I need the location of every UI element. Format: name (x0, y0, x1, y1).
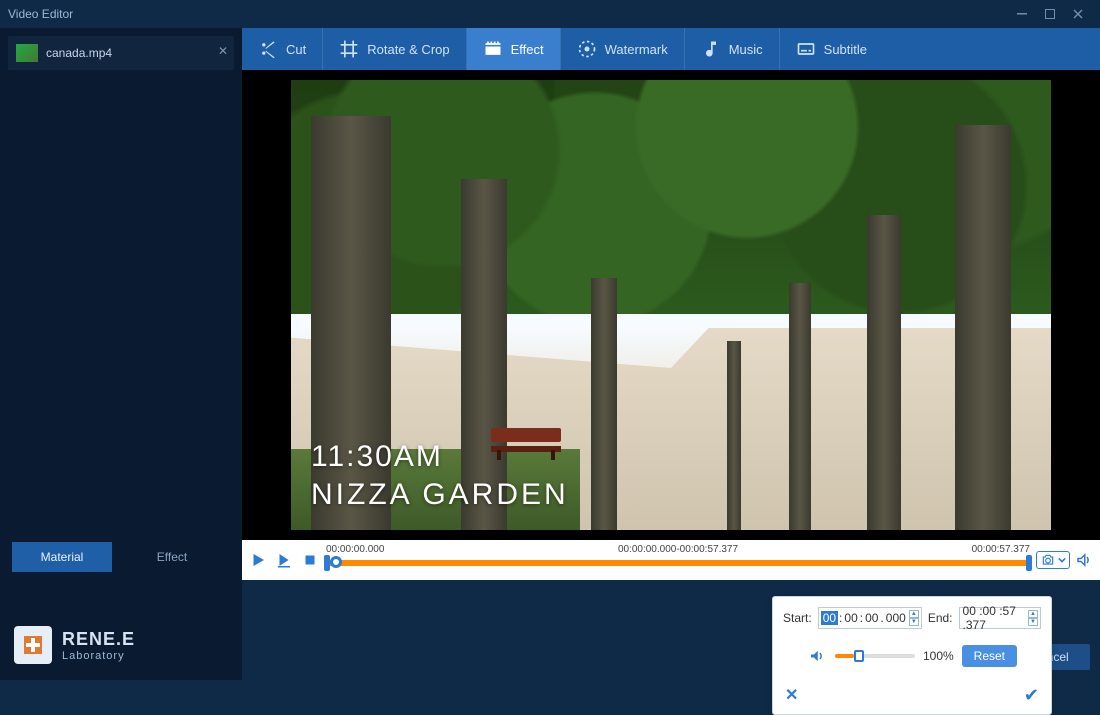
tool-watermark-label: Watermark (605, 42, 668, 57)
overlay-line-2: NIZZA GARDEN (311, 478, 569, 512)
popup-cancel-icon[interactable]: ✕ (785, 685, 798, 706)
chevron-down-icon (1058, 556, 1066, 564)
tool-music-label: Music (729, 42, 763, 57)
tool-effect-label: Effect (511, 42, 544, 57)
watermark-icon (577, 39, 597, 59)
timeline-range-label: 00:00:00.000-00:00:57.377 (618, 544, 738, 555)
end-time-input[interactable]: 00 :00 :57 .377 ▲▼ (959, 607, 1041, 629)
timeline-pos-label: 00:00:00.000 (326, 544, 384, 555)
tool-cut-label: Cut (286, 42, 306, 57)
timeline-end-label: 00:00:57.377 (972, 544, 1030, 555)
file-thumbnail (16, 44, 38, 62)
minimize-button[interactable] (1008, 4, 1036, 24)
music-icon (701, 39, 721, 59)
window-title: Video Editor (8, 7, 73, 21)
time-range-popup: Start: 00 : 00 : 00 . 000 ▲▼ End: 00 :00… (772, 596, 1052, 715)
start-hh[interactable]: 00 (821, 611, 838, 625)
titlebar: Video Editor (0, 0, 1100, 28)
file-name: canada.mp4 (46, 46, 112, 60)
side-panel: canada.mp4 ✕ Material Effect RENE.E Labo… (0, 28, 242, 680)
scissors-icon (258, 39, 278, 59)
overlay-line-1: 11:30AM (311, 440, 569, 474)
video-preview[interactable]: 11:30AM NIZZA GARDEN (291, 80, 1051, 530)
popup-volume-icon[interactable] (807, 646, 827, 666)
tool-cut[interactable]: Cut (242, 28, 322, 70)
start-spinner[interactable]: ▲▼ (909, 610, 919, 626)
reset-button[interactable]: Reset (962, 645, 1017, 667)
side-tab-material[interactable]: Material (12, 542, 112, 572)
subtitle-icon (796, 39, 816, 59)
range-end-handle[interactable] (1026, 555, 1032, 571)
tool-music[interactable]: Music (685, 28, 779, 70)
volume-percent: 100% (923, 649, 954, 663)
logo-icon (14, 626, 52, 664)
end-spinner[interactable]: ▲▼ (1028, 610, 1038, 626)
side-tab-effect[interactable]: Effect (122, 542, 222, 572)
maximize-button[interactable] (1036, 4, 1064, 24)
volume-thumb[interactable] (854, 650, 864, 662)
play-range-button[interactable] (274, 550, 294, 570)
logo-text-1: RENE.E (62, 629, 135, 650)
tool-rotate-crop[interactable]: Rotate & Crop (323, 28, 465, 70)
volume-slider[interactable] (835, 654, 915, 658)
brand-logo: RENE.E Laboratory (0, 610, 242, 680)
tool-rotate-crop-label: Rotate & Crop (367, 42, 449, 57)
preview-area: 11:30AM NIZZA GARDEN (242, 70, 1100, 540)
timeline-bar: 00:00:00.000 00:00:00.000-00:00:57.377 0… (242, 540, 1100, 580)
start-time-input[interactable]: 00 : 00 : 00 . 000 ▲▼ (818, 607, 922, 629)
tool-watermark[interactable]: Watermark (561, 28, 684, 70)
file-close-icon[interactable]: ✕ (218, 44, 228, 58)
crop-icon (339, 39, 359, 59)
close-button[interactable] (1064, 4, 1092, 24)
effect-icon (483, 39, 503, 59)
main-toolbar: Cut Rotate & Crop Effect Watermark Music (242, 28, 1100, 70)
snapshot-button[interactable] (1036, 551, 1070, 569)
tool-subtitle-label: Subtitle (824, 42, 867, 57)
tool-subtitle[interactable]: Subtitle (780, 28, 883, 70)
logo-text-2: Laboratory (62, 650, 135, 662)
start-label: Start: (783, 611, 812, 625)
file-tab[interactable]: canada.mp4 ✕ (8, 36, 234, 70)
popup-confirm-icon[interactable]: ✔ (1024, 685, 1039, 706)
playhead[interactable] (330, 556, 342, 568)
tool-effect[interactable]: Effect (467, 28, 560, 70)
timeline-track[interactable]: 00:00:00.000 00:00:00.000-00:00:57.377 0… (326, 544, 1030, 576)
play-button[interactable] (248, 550, 268, 570)
preview-overlay-text: 11:30AM NIZZA GARDEN (311, 440, 569, 512)
volume-icon[interactable] (1074, 550, 1094, 570)
stop-button[interactable] (300, 550, 320, 570)
end-label: End: (928, 611, 953, 625)
